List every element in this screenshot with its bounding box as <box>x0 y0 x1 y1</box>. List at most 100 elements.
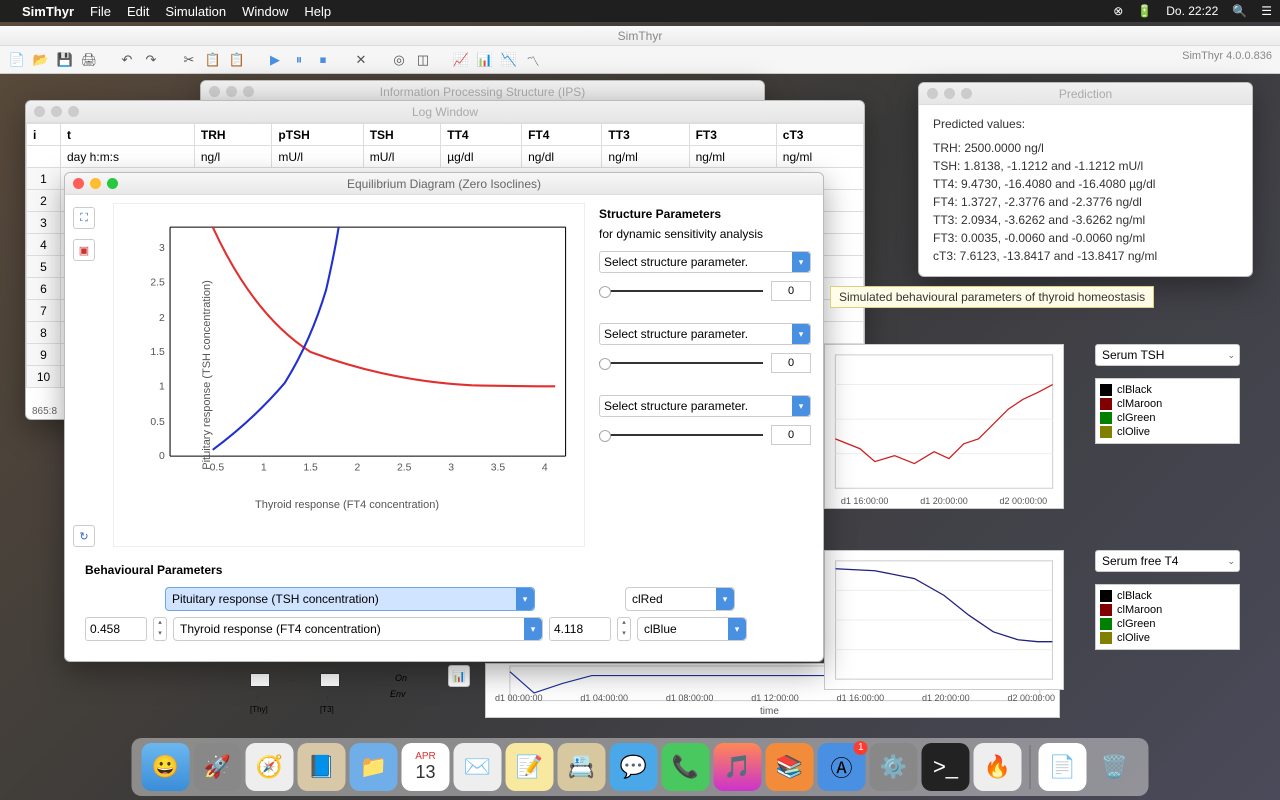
redo-icon[interactable]: ↷ <box>142 51 160 69</box>
dock-doc[interactable]: 📄 <box>1039 743 1087 791</box>
log-col-tsh[interactable]: TSH <box>363 124 441 146</box>
dock-ibooks[interactable]: 📚 <box>766 743 814 791</box>
dock-mail[interactable]: ✉️ <box>454 743 502 791</box>
struct-param-2-value[interactable]: 0 <box>771 353 811 373</box>
behav-val1[interactable]: 0.458 <box>85 617 147 641</box>
log-col-ptsh[interactable]: pTSH <box>272 124 363 146</box>
main-title: SimThyr <box>0 26 1280 46</box>
dock-calendar[interactable]: APR13 <box>402 743 450 791</box>
spotlight-icon[interactable]: 🔍 <box>1232 4 1247 18</box>
clock[interactable]: Do. 22:22 <box>1166 4 1218 18</box>
log-col-ft3[interactable]: FT3 <box>689 124 776 146</box>
equilibrium-window[interactable]: Equilibrium Diagram (Zero Isoclines) ⛶ ▣… <box>64 172 824 662</box>
log-col-tt3[interactable]: TT3 <box>602 124 689 146</box>
diagram-icon[interactable]: ◫ <box>414 51 432 69</box>
prediction-window[interactable]: Prediction Predicted values: TRH: 2500.0… <box>918 82 1253 277</box>
battery-icon[interactable]: 🔋 <box>1137 4 1152 18</box>
dock-itunes[interactable]: 🎵 <box>714 743 762 791</box>
dock-files[interactable]: 📁 <box>350 743 398 791</box>
undo-icon[interactable]: ↶ <box>118 51 136 69</box>
pause-icon[interactable]: ⏸ <box>290 51 308 69</box>
ips-chart-button[interactable]: 📊 <box>448 665 470 687</box>
main-toolbar: 📄 📂 💾 🖨 ↶ ↷ ✂ 📋 📋 ▶ ⏸ ⏹ ✕ ◎ ◫ 📈 📊 📉 〽 <box>0 46 1280 74</box>
behav-resp1-select[interactable]: Pituitary response (TSH concentration)▾ <box>165 587 535 611</box>
tsh-legend[interactable]: clBlack clMaroon clGreen clOlive <box>1095 378 1240 444</box>
dock-safari[interactable]: 🧭 <box>246 743 294 791</box>
svg-text:1: 1 <box>261 463 267 474</box>
dock-terminal[interactable]: >_ <box>922 743 970 791</box>
dock-preview[interactable]: 📘 <box>298 743 346 791</box>
dock-launchpad[interactable]: 🚀 <box>194 743 242 791</box>
behav-val2-stepper[interactable]: ▴▾ <box>617 617 631 641</box>
ips-title: Information Processing Structure (IPS) <box>380 85 585 99</box>
struct-param-2-slider[interactable] <box>599 356 763 370</box>
tools-icon[interactable]: ✕ <box>352 51 370 69</box>
play-icon[interactable]: ▶ <box>266 51 284 69</box>
copy-icon[interactable]: 📋 <box>204 51 222 69</box>
eq-title[interactable]: Equilibrium Diagram (Zero Isoclines) <box>347 177 541 191</box>
log-col-i[interactable]: i <box>27 124 61 146</box>
struct-param-1-select[interactable]: Select structure parameter.▾ <box>599 251 811 273</box>
menu-edit[interactable]: Edit <box>127 4 149 19</box>
svg-text:2.5: 2.5 <box>150 277 165 288</box>
chart2-icon[interactable]: 📊 <box>476 51 494 69</box>
dock-settings[interactable]: ⚙️ <box>870 743 918 791</box>
behav-colorայր-select[interactable]: clRed▾ <box>625 587 735 611</box>
chart1-icon[interactable]: 📈 <box>452 51 470 69</box>
paste-icon[interactable]: 📋 <box>228 51 246 69</box>
struct-param-1-slider[interactable] <box>599 284 763 298</box>
tsh-series-select[interactable]: Serum TSH⌄ <box>1095 344 1240 366</box>
struct-param-3-value[interactable]: 0 <box>771 425 811 445</box>
dock-facetime[interactable]: 📞 <box>662 743 710 791</box>
ft4-series-select[interactable]: Serum free T4⌄ <box>1095 550 1240 572</box>
cut-icon[interactable]: ✂ <box>180 51 198 69</box>
dock-finder[interactable]: 😀 <box>142 743 190 791</box>
ft4-legend[interactable]: clBlack clMaroon clGreen clOlive <box>1095 584 1240 650</box>
minimize-icon[interactable] <box>90 178 101 189</box>
new-icon[interactable]: 📄 <box>8 51 26 69</box>
struct-param-1-value[interactable]: 0 <box>771 281 811 301</box>
menu-icon[interactable]: ☰ <box>1261 4 1272 18</box>
behav-resp2-select[interactable]: Thyroid response (FT4 concentration)▾ <box>173 617 543 641</box>
dock-trash[interactable]: 🗑️ <box>1091 743 1139 791</box>
copy-chart-icon[interactable]: ▣ <box>73 239 95 261</box>
menu-window[interactable]: Window <box>242 4 288 19</box>
open-icon[interactable]: 📂 <box>32 51 50 69</box>
svg-text:4: 4 <box>542 463 548 474</box>
behav-color2-select[interactable]: clBlue▾ <box>637 617 747 641</box>
print-icon[interactable]: 🖨 <box>80 51 98 69</box>
log-col-ft4[interactable]: FT4 <box>522 124 602 146</box>
fullscreen-icon[interactable]: ⛶ <box>73 207 95 229</box>
target-icon[interactable]: ◎ <box>390 51 408 69</box>
menu-file[interactable]: File <box>90 4 111 19</box>
close-icon[interactable] <box>73 178 84 189</box>
behav-val2[interactable]: 4.118 <box>549 617 611 641</box>
log-col-trh[interactable]: TRH <box>194 124 272 146</box>
svg-text:1.5: 1.5 <box>303 463 318 474</box>
svg-text:3: 3 <box>159 243 165 254</box>
dock-simthyr[interactable]: 🔥 <box>974 743 1022 791</box>
dock-appstore[interactable]: Ⓐ1 <box>818 743 866 791</box>
chart4-icon[interactable]: 〽 <box>524 51 542 69</box>
struct-param-3-select[interactable]: Select structure parameter.▾ <box>599 395 811 417</box>
struct-param-2-select[interactable]: Select structure parameter.▾ <box>599 323 811 345</box>
stop-icon[interactable]: ⏹ <box>314 51 332 69</box>
dock-messages[interactable]: 💬 <box>610 743 658 791</box>
log-col-ct3[interactable]: cT3 <box>776 124 863 146</box>
log-col-t[interactable]: t <box>61 124 195 146</box>
chart3-icon[interactable]: 📉 <box>500 51 518 69</box>
ft4-series-panel: Serum free T4⌄ clBlack clMaroon clGreen … <box>1095 550 1240 650</box>
struct-param-3-slider[interactable] <box>599 428 763 442</box>
app-name[interactable]: SimThyr <box>22 4 74 19</box>
behav-val1-stepper[interactable]: ▴▾ <box>153 617 167 641</box>
log-col-tt4[interactable]: TT4 <box>441 124 522 146</box>
zoom-icon[interactable] <box>107 178 118 189</box>
menu-simulation[interactable]: Simulation <box>165 4 226 19</box>
dock-notes[interactable]: 📝 <box>506 743 554 791</box>
refresh-icon[interactable]: ↻ <box>73 525 95 547</box>
dock-contacts[interactable]: 📇 <box>558 743 606 791</box>
save-icon[interactable]: 💾 <box>56 51 74 69</box>
prediction-body: Predicted values: TRH: 2500.0000 ng/l TS… <box>919 105 1252 270</box>
menu-help[interactable]: Help <box>304 4 331 19</box>
wifi-icon[interactable]: ⊗ <box>1113 4 1123 18</box>
